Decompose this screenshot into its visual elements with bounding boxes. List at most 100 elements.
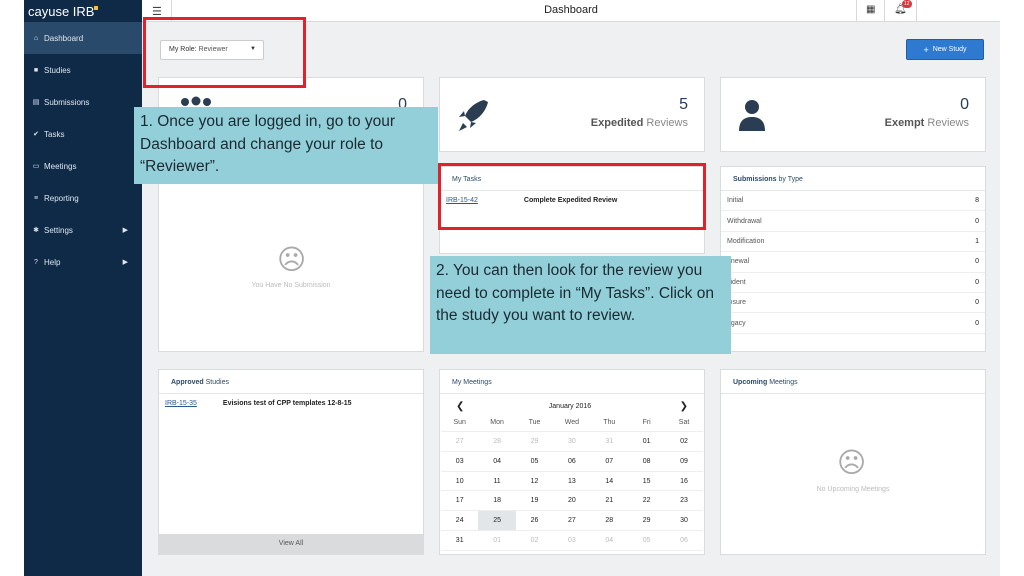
submission-count: 1 xyxy=(975,237,979,245)
plus-icon: + xyxy=(923,44,929,55)
card-title: Approved Studies xyxy=(159,370,423,394)
calendar-week: 03 04 05 06 07 08 09 xyxy=(441,452,703,472)
upcoming-meetings-card: Upcoming Meetings ☹ No Upcoming Meetings xyxy=(720,369,986,555)
calendar-day[interactable]: 09 xyxy=(665,452,702,471)
view-all-button[interactable]: View All xyxy=(159,534,423,554)
card-title: Upcoming Meetings xyxy=(721,370,985,394)
submission-type: Initial xyxy=(727,197,744,205)
weekday-label: Mon xyxy=(490,419,504,426)
sidebar-item-help[interactable]: ? Help ▶ xyxy=(24,246,142,278)
calendar-day[interactable]: 31 xyxy=(591,432,628,451)
approved-studies-card: Approved Studies IRB-15-35 Evisions test … xyxy=(158,369,424,555)
sidebar-item-submissions[interactable]: ▤ Submissions xyxy=(24,86,142,118)
empty-message: No Upcoming Meetings xyxy=(816,486,890,493)
sidebar-item-reporting[interactable]: ≡ Reporting xyxy=(24,182,142,214)
calendar-day[interactable]: 06 xyxy=(665,531,702,550)
calendar-day[interactable]: 29 xyxy=(516,432,553,451)
calendar-day[interactable]: 05 xyxy=(516,452,553,471)
chevron-right-icon[interactable]: ❯ xyxy=(680,401,688,412)
calendar-day[interactable]: 13 xyxy=(553,472,590,491)
calendar-day[interactable]: 27 xyxy=(553,511,590,530)
calendar-day[interactable]: 02 xyxy=(665,432,702,451)
calendar-day[interactable]: 30 xyxy=(665,511,702,530)
calendar-day[interactable]: 18 xyxy=(478,491,515,510)
calendar-day[interactable]: 17 xyxy=(441,491,478,510)
calendar-icon: ▭ xyxy=(32,163,40,170)
role-highlight-box xyxy=(143,17,306,88)
calendar-day[interactable]: 04 xyxy=(478,452,515,471)
calendar-day[interactable]: 03 xyxy=(441,452,478,471)
submission-type: Withdrawal xyxy=(727,217,762,225)
instruction-callout-1: 1. Once you are logged in, go to your Da… xyxy=(134,107,438,184)
calendar-day[interactable]: 25 xyxy=(478,511,516,530)
calendar-week: 24 25 26 27 28 29 30 xyxy=(441,511,703,531)
check-icon: ✔ xyxy=(33,131,39,138)
submission-type-row: cident 0 xyxy=(721,273,985,293)
calendar-day[interactable]: 28 xyxy=(478,432,515,451)
sidebar-item-settings[interactable]: ✱ Settings ▶ xyxy=(24,214,142,246)
study-link[interactable]: IRB-15-35 xyxy=(165,400,197,407)
sad-face-icon: ☹ xyxy=(837,447,867,478)
rocket-icon xyxy=(459,100,488,131)
calendar-day[interactable]: 07 xyxy=(591,452,628,471)
caret-right-icon: ▶ xyxy=(122,227,128,234)
calendar-day[interactable]: 11 xyxy=(478,472,515,491)
stat-value: 5 xyxy=(679,96,688,113)
stat-label: Expedited Reviews xyxy=(590,117,688,129)
calendar-day[interactable]: 31 xyxy=(441,531,478,550)
sidebar-item-meetings[interactable]: ▭ Meetings xyxy=(24,150,142,182)
calendar-day[interactable]: 15 xyxy=(628,472,665,491)
submission-count: 0 xyxy=(975,258,979,266)
weekday-label: Sat xyxy=(678,419,690,426)
study-row: IRB-15-35 Evisions test of CPP templates … xyxy=(159,394,423,407)
sidebar-item-label: Settings xyxy=(44,225,73,235)
brand-logo[interactable]: cayuse IRB xyxy=(24,0,142,22)
calendar-month: January 2016 xyxy=(548,403,592,410)
calendar-day[interactable]: 08 xyxy=(628,452,665,471)
calendar-day[interactable]: 06 xyxy=(553,452,590,471)
user-icon xyxy=(739,100,765,131)
calendar-day[interactable]: 19 xyxy=(516,491,553,510)
stat-card-exempt[interactable]: 0 Exempt Reviews xyxy=(720,77,986,152)
calendar-day[interactable]: 24 xyxy=(441,511,478,530)
sidebar-item-studies[interactable]: ■ Studies xyxy=(24,54,142,86)
calendar-day[interactable]: 23 xyxy=(665,491,702,510)
calendar-day[interactable]: 26 xyxy=(516,511,553,530)
new-study-button[interactable]: + New Study xyxy=(906,39,984,60)
calendar-week: 10 11 12 13 14 15 16 xyxy=(441,472,703,492)
calendar-day[interactable]: 27 xyxy=(441,432,478,451)
stat-card-expedited[interactable]: 5 Expedited Reviews xyxy=(439,77,705,152)
calendar-day[interactable]: 01 xyxy=(478,531,515,550)
submission-type-row: Withdrawal 0 xyxy=(721,211,985,232)
sidebar-item-label: Studies xyxy=(44,65,71,75)
calendar-day[interactable]: 04 xyxy=(591,531,628,550)
card-title: My Meetings xyxy=(440,370,704,394)
calendar-day[interactable]: 05 xyxy=(628,531,665,550)
study-description: Evisions test of CPP templates 12-8-15 xyxy=(222,400,352,407)
calendar-day[interactable]: 29 xyxy=(628,511,665,530)
submission-count: 0 xyxy=(975,319,979,327)
calendar-day[interactable]: 14 xyxy=(591,472,628,491)
sidebar-item-label: Reporting xyxy=(44,193,79,203)
calendar-day[interactable]: 01 xyxy=(628,432,665,451)
submission-type-row: egacy 0 xyxy=(721,313,985,334)
calendar-day[interactable]: 02 xyxy=(516,531,553,550)
calendar-week: 31 01 02 03 04 05 06 xyxy=(441,531,703,551)
weekday-label: Wed xyxy=(564,419,579,426)
sidebar-item-tasks[interactable]: ✔ Tasks xyxy=(24,118,142,150)
calendar-day[interactable]: 30 xyxy=(553,432,590,451)
submission-type-row: enewal 0 xyxy=(721,252,985,273)
calendar-day[interactable]: 16 xyxy=(665,472,702,491)
weekday-label: Fri xyxy=(642,419,651,426)
calendar-day[interactable]: 12 xyxy=(516,472,553,491)
sidebar-item-label: Help xyxy=(44,257,61,267)
apps-grid-icon[interactable]: ▦ xyxy=(866,4,875,15)
calendar-day[interactable]: 20 xyxy=(553,491,590,510)
calendar-day[interactable]: 21 xyxy=(591,491,628,510)
sidebar-item-dashboard[interactable]: ⌂ Dashboard xyxy=(24,22,142,54)
calendar-day[interactable]: 03 xyxy=(553,531,590,550)
calendar-day[interactable]: 28 xyxy=(591,511,628,530)
sidebar-item-label: Tasks xyxy=(44,129,65,139)
calendar-day[interactable]: 22 xyxy=(628,491,665,510)
calendar-day[interactable]: 10 xyxy=(441,472,478,491)
